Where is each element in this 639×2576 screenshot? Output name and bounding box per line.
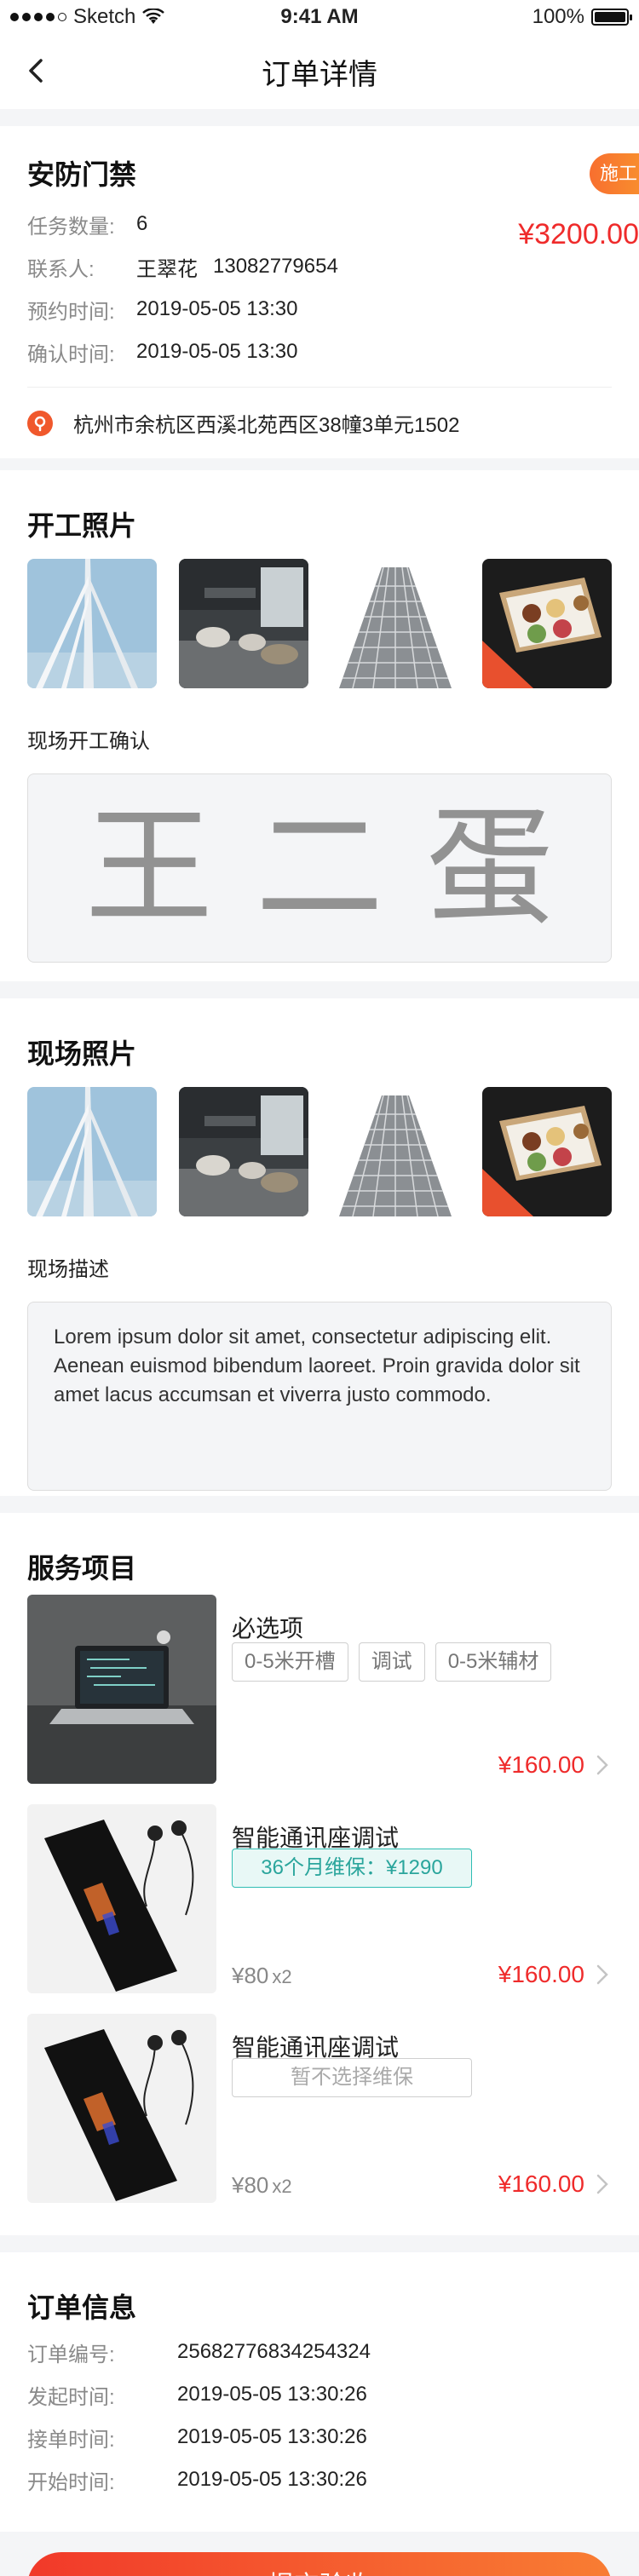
contact-row: 联系人: 王翠花 13082779654 [27,245,612,288]
location-pin-icon [27,410,53,436]
status-right: 100% [532,5,632,29]
project-card: 安防门禁 施工中 ¥3200.00 任务数量: 6 联系人: 王翠花 13082… [0,126,639,458]
accepted-time-value: 2019-05-05 13:30:26 [177,2425,367,2448]
service-price: ¥160.00 [498,2171,584,2197]
site-desc-label: 现场描述 [27,1258,109,1281]
divider [0,2235,639,2252]
phone-photo [27,2014,216,2203]
accepted-time-label: 接单时间: [27,2428,115,2452]
start-time-label: 开始时间: [27,2470,115,2494]
site-photos-grid [27,1087,612,1216]
chevron-right-icon[interactable] [593,2172,612,2196]
services-section: 服务项目 必选项 0-5米开槽 调试 0-5米辅材 ¥160.00 智能通讯座调… [0,1513,639,2235]
office-photo[interactable] [179,1087,308,1216]
confirm-row: 确认时间: 2019-05-05 13:30 [27,331,612,373]
start-photos-grid [27,559,612,688]
order-number-row: 订单编号: 25682776834254324 [27,2331,612,2373]
service-item[interactable]: 必选项 0-5米开槽 调试 0-5米辅材 ¥160.00 [27,1595,612,1804]
total-price: ¥3200.00 [518,218,639,250]
start-time-row: 开始时间: 2019-05-05 13:30:26 [27,2458,612,2501]
unit-price: ¥80 x2 [232,1963,292,1989]
status-bar: Sketch 9:41 AM 100% [0,0,639,34]
quantity: x2 [272,1966,292,1987]
divider [0,458,639,470]
option-chip[interactable]: 调试 [358,1642,425,1682]
unit-price-value: ¥80 [232,2172,269,2198]
option-chip[interactable]: 0-5米辅材 [435,1642,552,1682]
bottom-bar: 提交验收 [0,2532,639,2576]
divider [0,109,639,126]
address-text: 杭州市余杭区西溪北苑西区38幢3单元1502 [73,414,460,437]
task-count-label: 任务数量: [27,215,115,239]
service-item[interactable]: 智能通讯座调试 暂不选择维保 ¥80 x2 ¥160.00 [27,2014,612,2223]
unit-price-value: ¥80 [232,1963,269,1988]
signature-text: 王二蛋 [84,794,596,942]
site-photos-section: 现场照片 现场描述 Lorem ipsum dolor sit amet, co… [0,998,639,1496]
divider [0,1496,639,1513]
contact-phone[interactable]: 13082779654 [213,255,338,279]
food-box-photo[interactable] [482,1087,612,1216]
bridge-photo[interactable] [27,559,157,688]
created-time-label: 发起时间: [27,2385,115,2409]
warranty-select[interactable]: 暂不选择维保 [232,2058,472,2097]
order-info-section: 订单信息 订单编号: 25682776834254324 发起时间: 2019-… [0,2252,639,2532]
site-description: Lorem ipsum dolor sit amet, consectetur … [27,1302,612,1491]
appointment-label: 预约时间: [27,300,115,324]
status-badge: 施工中 [590,153,639,194]
building-photo[interactable] [331,559,460,688]
service-name: 必选项 [232,1615,304,1642]
phone-photo [27,1804,216,1993]
contact-label: 联系人: [27,257,95,281]
service-price: ¥160.00 [498,1961,584,1987]
service-item[interactable]: 智能通讯座调试 36个月维保：¥1290 ¥80 x2 ¥160.00 [27,1804,612,2014]
order-info-title: 订单信息 [27,2292,137,2323]
start-confirm-label: 现场开工确认 [27,730,150,753]
warranty-select[interactable]: 36个月维保：¥1290 [232,1849,472,1888]
chevron-right-icon[interactable] [593,1963,612,1987]
created-time-row: 发起时间: 2019-05-05 13:30:26 [27,2373,612,2416]
service-price: ¥160.00 [498,1751,584,1778]
created-time-value: 2019-05-05 13:30:26 [177,2383,367,2406]
nav-bar: 订单详情 [0,34,639,109]
building-photo[interactable] [331,1087,460,1216]
food-box-photo[interactable] [482,559,612,688]
site-photos-title: 现场照片 [27,1038,137,1069]
accepted-time-row: 接单时间: 2019-05-05 13:30:26 [27,2416,612,2458]
office-photo[interactable] [179,559,308,688]
divider [0,981,639,998]
chevron-right-icon[interactable] [593,1753,612,1777]
start-time-value: 2019-05-05 13:30:26 [177,2468,367,2491]
option-chip[interactable]: 0-5米开槽 [232,1642,348,1682]
back-arrow-icon[interactable] [24,58,49,83]
contact-name: 王翠花 [136,257,198,281]
start-photos-title: 开工照片 [27,510,137,541]
project-title: 安防门禁 [27,159,137,190]
confirm-time: 2019-05-05 13:30 [136,340,298,363]
battery-percent: 100% [532,5,584,28]
battery-icon [591,9,632,26]
bridge-photo[interactable] [27,1087,157,1216]
address-row[interactable]: 杭州市余杭区西溪北苑西区38幢3单元1502 [27,387,612,458]
signature-box[interactable]: 王二蛋 [27,773,612,963]
services-title: 服务项目 [27,1553,137,1584]
quantity: x2 [272,2176,292,2197]
order-number-label: 订单编号: [27,2343,115,2366]
submit-button[interactable]: 提交验收 [27,2552,612,2576]
order-number-value: 25682776834254324 [177,2340,371,2363]
unit-price: ¥80 x2 [232,2172,292,2199]
task-count-value: 6 [136,212,148,235]
appointment-time: 2019-05-05 13:30 [136,297,298,320]
page-title: 订单详情 [262,58,377,91]
appointment-row: 预约时间: 2019-05-05 13:30 [27,288,612,331]
start-photos-section: 开工照片 现场开工确认 王二蛋 [0,470,639,981]
laptop-photo [27,1595,216,1784]
service-options: 0-5米开槽 调试 0-5米辅材 [232,1642,552,1682]
confirm-label: 确认时间: [27,342,115,366]
